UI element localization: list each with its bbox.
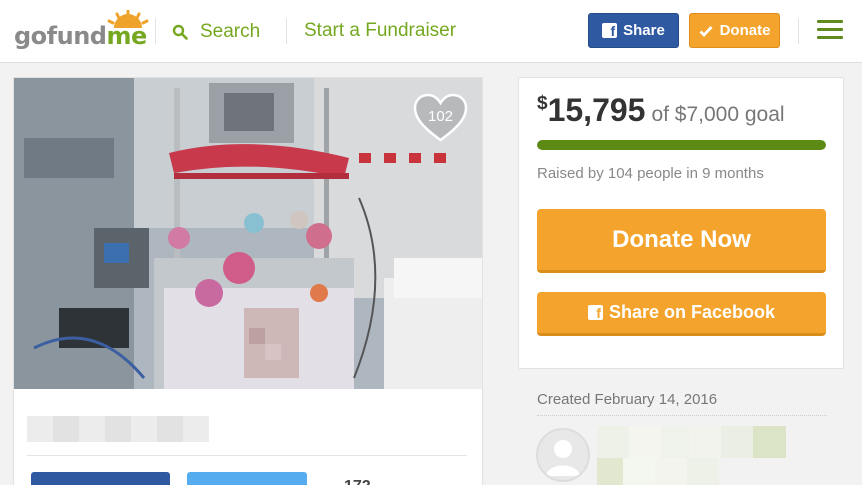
gofundme-logo[interactable]: gofundme [14, 10, 149, 50]
like-count: 102 [427, 108, 454, 125]
raised-value: 15,795 [547, 92, 646, 128]
share-on-facebook-button[interactable]: f Share on Facebook [537, 292, 826, 336]
goal-text: of $7,000 goal [651, 103, 785, 126]
logo-go: gofund [14, 22, 107, 50]
divider [286, 18, 287, 44]
search-link[interactable]: Search [172, 20, 260, 44]
header-share-button[interactable]: f Share [588, 13, 679, 48]
created-date: Created February 14, 2016 [537, 391, 718, 408]
avatar-placeholder-icon [546, 440, 580, 476]
top-header: gofundme Search Start a Fundraiser f Sha… [0, 0, 862, 63]
currency-symbol: $ [537, 93, 548, 114]
donate-now-button[interactable]: Donate Now [537, 209, 826, 273]
start-fundraiser-link[interactable]: Start a Fundraiser [304, 20, 456, 42]
divider [798, 18, 799, 44]
header-donate-label: Donate [719, 22, 771, 39]
share-on-facebook-label: Share on Facebook [608, 302, 776, 322]
search-icon [172, 24, 188, 40]
share-count: 172 [344, 478, 371, 485]
raised-by-text: Raised by 104 people in 9 months [537, 165, 764, 182]
campaign-title-redacted [27, 416, 209, 442]
facebook-share-button[interactable] [31, 472, 170, 485]
twitter-share-button[interactable] [187, 472, 307, 485]
header-donate-button[interactable]: Donate [689, 13, 780, 48]
donation-card: $15,795 of $7,000 goal Raised by 104 peo… [518, 77, 844, 369]
header-share-label: Share [623, 22, 665, 39]
search-label: Search [200, 21, 261, 42]
campaign-card: 102 172 [13, 77, 483, 485]
facebook-icon: f [587, 305, 603, 320]
organizer-avatar[interactable] [536, 428, 590, 482]
facebook-icon: f [602, 23, 618, 38]
progress-fill [537, 140, 826, 150]
divider [27, 455, 467, 456]
divider [537, 415, 827, 416]
raised-amount: $15,795 [537, 92, 645, 129]
progress-bar [537, 140, 826, 150]
logo-wordmark: gofundme [14, 22, 147, 50]
divider [155, 18, 156, 44]
logo-me: me [106, 22, 147, 50]
like-heart[interactable]: 102 [413, 93, 468, 143]
hamburger-menu-icon[interactable] [817, 20, 843, 42]
check-icon [699, 25, 713, 37]
campaign-photo[interactable]: 102 [14, 78, 482, 389]
raised-summary: $15,795 of $7,000 goal [537, 92, 785, 129]
hospital-scene-image [14, 78, 482, 389]
